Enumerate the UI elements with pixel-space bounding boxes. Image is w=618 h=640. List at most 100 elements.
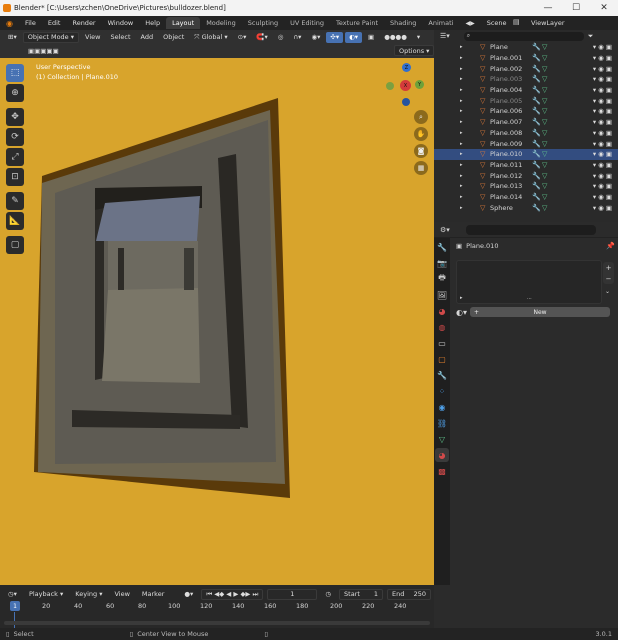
mesh-data-icon[interactable]: ▽ bbox=[542, 161, 552, 169]
expand-arrow-icon[interactable]: ▸ bbox=[460, 66, 463, 72]
expand-arrow-icon[interactable]: ▸ bbox=[460, 44, 463, 50]
menu-object[interactable]: Object bbox=[159, 32, 188, 43]
object-tab-icon[interactable]: ▢ bbox=[435, 352, 449, 366]
modifier-icon[interactable]: 🔧 bbox=[532, 97, 542, 105]
modifier-icon[interactable]: 🔧 bbox=[532, 86, 542, 94]
visibility-toggles[interactable]: ▾◉▣ bbox=[593, 97, 614, 105]
material-tab-icon[interactable]: ◕ bbox=[435, 448, 449, 462]
rotate-tool-icon[interactable]: ⟳ bbox=[6, 128, 24, 146]
shading-solid-icon[interactable]: ●●●● bbox=[380, 32, 411, 43]
modifier-icon[interactable]: 🔧 bbox=[532, 75, 542, 83]
gizmo-z-axis[interactable]: Z bbox=[402, 63, 411, 72]
visibility-toggles[interactable]: ▾◉▣ bbox=[593, 129, 614, 137]
pan-hand-icon[interactable]: ✋ bbox=[414, 127, 428, 141]
filter-icon[interactable]: ⏷ bbox=[588, 32, 594, 41]
timeline-view-menu[interactable]: View bbox=[110, 589, 133, 600]
record-icon[interactable]: ●▾ bbox=[180, 589, 197, 600]
visibility-toggles[interactable]: ▾◉▣ bbox=[593, 182, 614, 190]
viewlayer-label[interactable]: ViewLayer bbox=[531, 19, 565, 27]
expand-arrow-icon[interactable]: ▸ bbox=[460, 98, 463, 104]
workspace-tab-uv-editing[interactable]: UV Editing bbox=[284, 17, 330, 29]
outliner-item[interactable]: ▸ ▽ Plane.013 🔧 ▽ ▾◉▣ bbox=[434, 181, 618, 192]
current-frame-field[interactable]: 1 bbox=[267, 588, 318, 600]
outliner-item[interactable]: ▸ ▽ Sphere 🔧 ▽ ▾◉▣ bbox=[434, 202, 618, 213]
editor-type-icon[interactable]: ⊞▾ bbox=[4, 32, 21, 43]
outliner-item[interactable]: ▸ ▽ Plane.005 🔧 ▽ ▾◉▣ bbox=[434, 95, 618, 106]
workspace-tab-sculpting[interactable]: Sculpting bbox=[242, 17, 284, 29]
texture-tab-icon[interactable]: ▩ bbox=[435, 464, 449, 478]
expand-arrow-icon[interactable]: ▸ bbox=[460, 76, 463, 82]
playhead[interactable]: 1 bbox=[10, 601, 20, 611]
mesh-data-icon[interactable]: ▽ bbox=[542, 150, 552, 158]
pivot-icon[interactable]: ⊙▾ bbox=[234, 32, 251, 43]
mesh-data-icon[interactable]: ▽ bbox=[542, 86, 552, 94]
mesh-data-icon[interactable]: ▽ bbox=[542, 43, 552, 51]
maximize-button[interactable]: ☐ bbox=[562, 0, 590, 16]
outliner-item[interactable]: ▸ ▽ Plane.002 🔧 ▽ ▾◉▣ bbox=[434, 63, 618, 74]
expand-arrow-icon[interactable]: ▸ bbox=[460, 108, 463, 114]
visibility-toggles[interactable]: ▾◉▣ bbox=[593, 86, 614, 94]
material-slot-list[interactable]: ▸ ⋯ bbox=[456, 260, 602, 304]
camera-icon[interactable]: ◙ bbox=[414, 144, 428, 158]
mesh-data-icon[interactable]: ▽ bbox=[542, 118, 552, 126]
zoom-icon[interactable]: ⌕ bbox=[414, 110, 428, 124]
mesh-data-icon[interactable]: ▽ bbox=[542, 54, 552, 62]
minimize-button[interactable]: — bbox=[534, 0, 562, 16]
visibility-toggles[interactable]: ▾◉▣ bbox=[593, 161, 614, 169]
start-frame-field[interactable]: Start 1 bbox=[339, 588, 384, 600]
outliner-item[interactable]: ▸ ▽ Plane.011 🔧 ▽ ▾◉▣ bbox=[434, 160, 618, 171]
menu-view[interactable]: View bbox=[81, 32, 104, 43]
3d-viewport[interactable]: User Perspective (1) Collection | Plane.… bbox=[0, 58, 434, 585]
select-mode-icons[interactable]: ▣▣▣▣▣ bbox=[24, 45, 63, 56]
mesh-data-icon[interactable]: ▽ bbox=[542, 75, 552, 83]
keying-menu[interactable]: Keying ▾ bbox=[71, 589, 106, 600]
playback-controls[interactable]: ⏮ ◀◆ ◀ ▶ ◆▶ ⏭ bbox=[201, 588, 264, 600]
visibility-toggles[interactable]: ▾◉▣ bbox=[593, 118, 614, 126]
expand-arrow-icon[interactable]: ▸ bbox=[460, 141, 463, 147]
output-tab-icon[interactable]: 🖶 bbox=[435, 272, 449, 286]
outliner-item[interactable]: ▸ ▽ Plane.006 🔧 ▽ ▾◉▣ bbox=[434, 106, 618, 117]
marker-menu[interactable]: Marker bbox=[138, 589, 168, 600]
menu-file[interactable]: File bbox=[19, 19, 42, 27]
modifier-icon[interactable]: 🔧 bbox=[532, 107, 542, 115]
expand-arrow-icon[interactable]: ▸ bbox=[460, 173, 463, 179]
outliner-item[interactable]: ▸ ▽ Plane.012 🔧 ▽ ▾◉▣ bbox=[434, 170, 618, 181]
world-tab-icon[interactable]: ◍ bbox=[435, 320, 449, 334]
gizmo-z-negative[interactable] bbox=[402, 98, 410, 106]
expand-arrow-icon[interactable]: ▸ bbox=[460, 194, 463, 200]
shading-options-icon[interactable]: ▾ bbox=[413, 32, 424, 43]
menu-render[interactable]: Render bbox=[66, 19, 101, 27]
visibility-toggles[interactable]: ▾◉▣ bbox=[593, 54, 614, 62]
cursor-tool-icon[interactable]: ⊕ bbox=[6, 84, 24, 102]
list-expand-icon[interactable]: ▸ bbox=[460, 295, 463, 301]
modifier-icon[interactable]: 🔧 bbox=[532, 204, 542, 212]
properties-search-input[interactable] bbox=[465, 224, 596, 235]
grid-view-icon[interactable]: ▦ bbox=[414, 161, 428, 175]
modifier-icon[interactable]: 🔧 bbox=[532, 182, 542, 190]
close-button[interactable]: ✕ bbox=[590, 0, 618, 16]
mesh-data-icon[interactable]: ▽ bbox=[542, 97, 552, 105]
constraints-tab-icon[interactable]: ⛓ bbox=[435, 416, 449, 430]
workspace-tab-modeling[interactable]: Modeling bbox=[200, 17, 242, 29]
mesh-data-icon[interactable]: ▽ bbox=[542, 182, 552, 190]
expand-arrow-icon[interactable]: ▸ bbox=[460, 55, 463, 61]
modifier-icon[interactable]: 🔧 bbox=[532, 129, 542, 137]
transform-orientation-select[interactable]: ⤧ Global ▾ bbox=[190, 32, 231, 43]
modifier-icon[interactable]: 🔧 bbox=[532, 161, 542, 169]
add-cube-tool-icon[interactable]: ▢ bbox=[6, 236, 24, 254]
scene-tab-icon[interactable]: ◕ bbox=[435, 304, 449, 318]
menu-select[interactable]: Select bbox=[106, 32, 134, 43]
workspace-tab-shading[interactable]: Shading bbox=[384, 17, 422, 29]
gizmo-y-axis[interactable]: Y bbox=[415, 80, 424, 89]
modifier-icon[interactable]: 🔧 bbox=[532, 150, 542, 158]
workspace-tab-texture-paint[interactable]: Texture Paint bbox=[330, 17, 384, 29]
render-tab-icon[interactable]: 📷 bbox=[435, 256, 449, 270]
menu-help[interactable]: Help bbox=[139, 19, 166, 27]
workspace-tab-animation[interactable]: Animati bbox=[422, 17, 459, 29]
workspace-scroll-icon[interactable]: ◀▶ bbox=[459, 20, 480, 27]
visibility-toggles[interactable]: ▾◉▣ bbox=[593, 150, 614, 158]
visibility-toggles[interactable]: ▾◉▣ bbox=[593, 75, 614, 83]
slot-add-button[interactable]: + bbox=[603, 262, 614, 273]
outliner-editor-icon[interactable]: ☰▾ bbox=[440, 32, 450, 40]
visibility-icon[interactable]: ◉▾ bbox=[307, 32, 324, 43]
